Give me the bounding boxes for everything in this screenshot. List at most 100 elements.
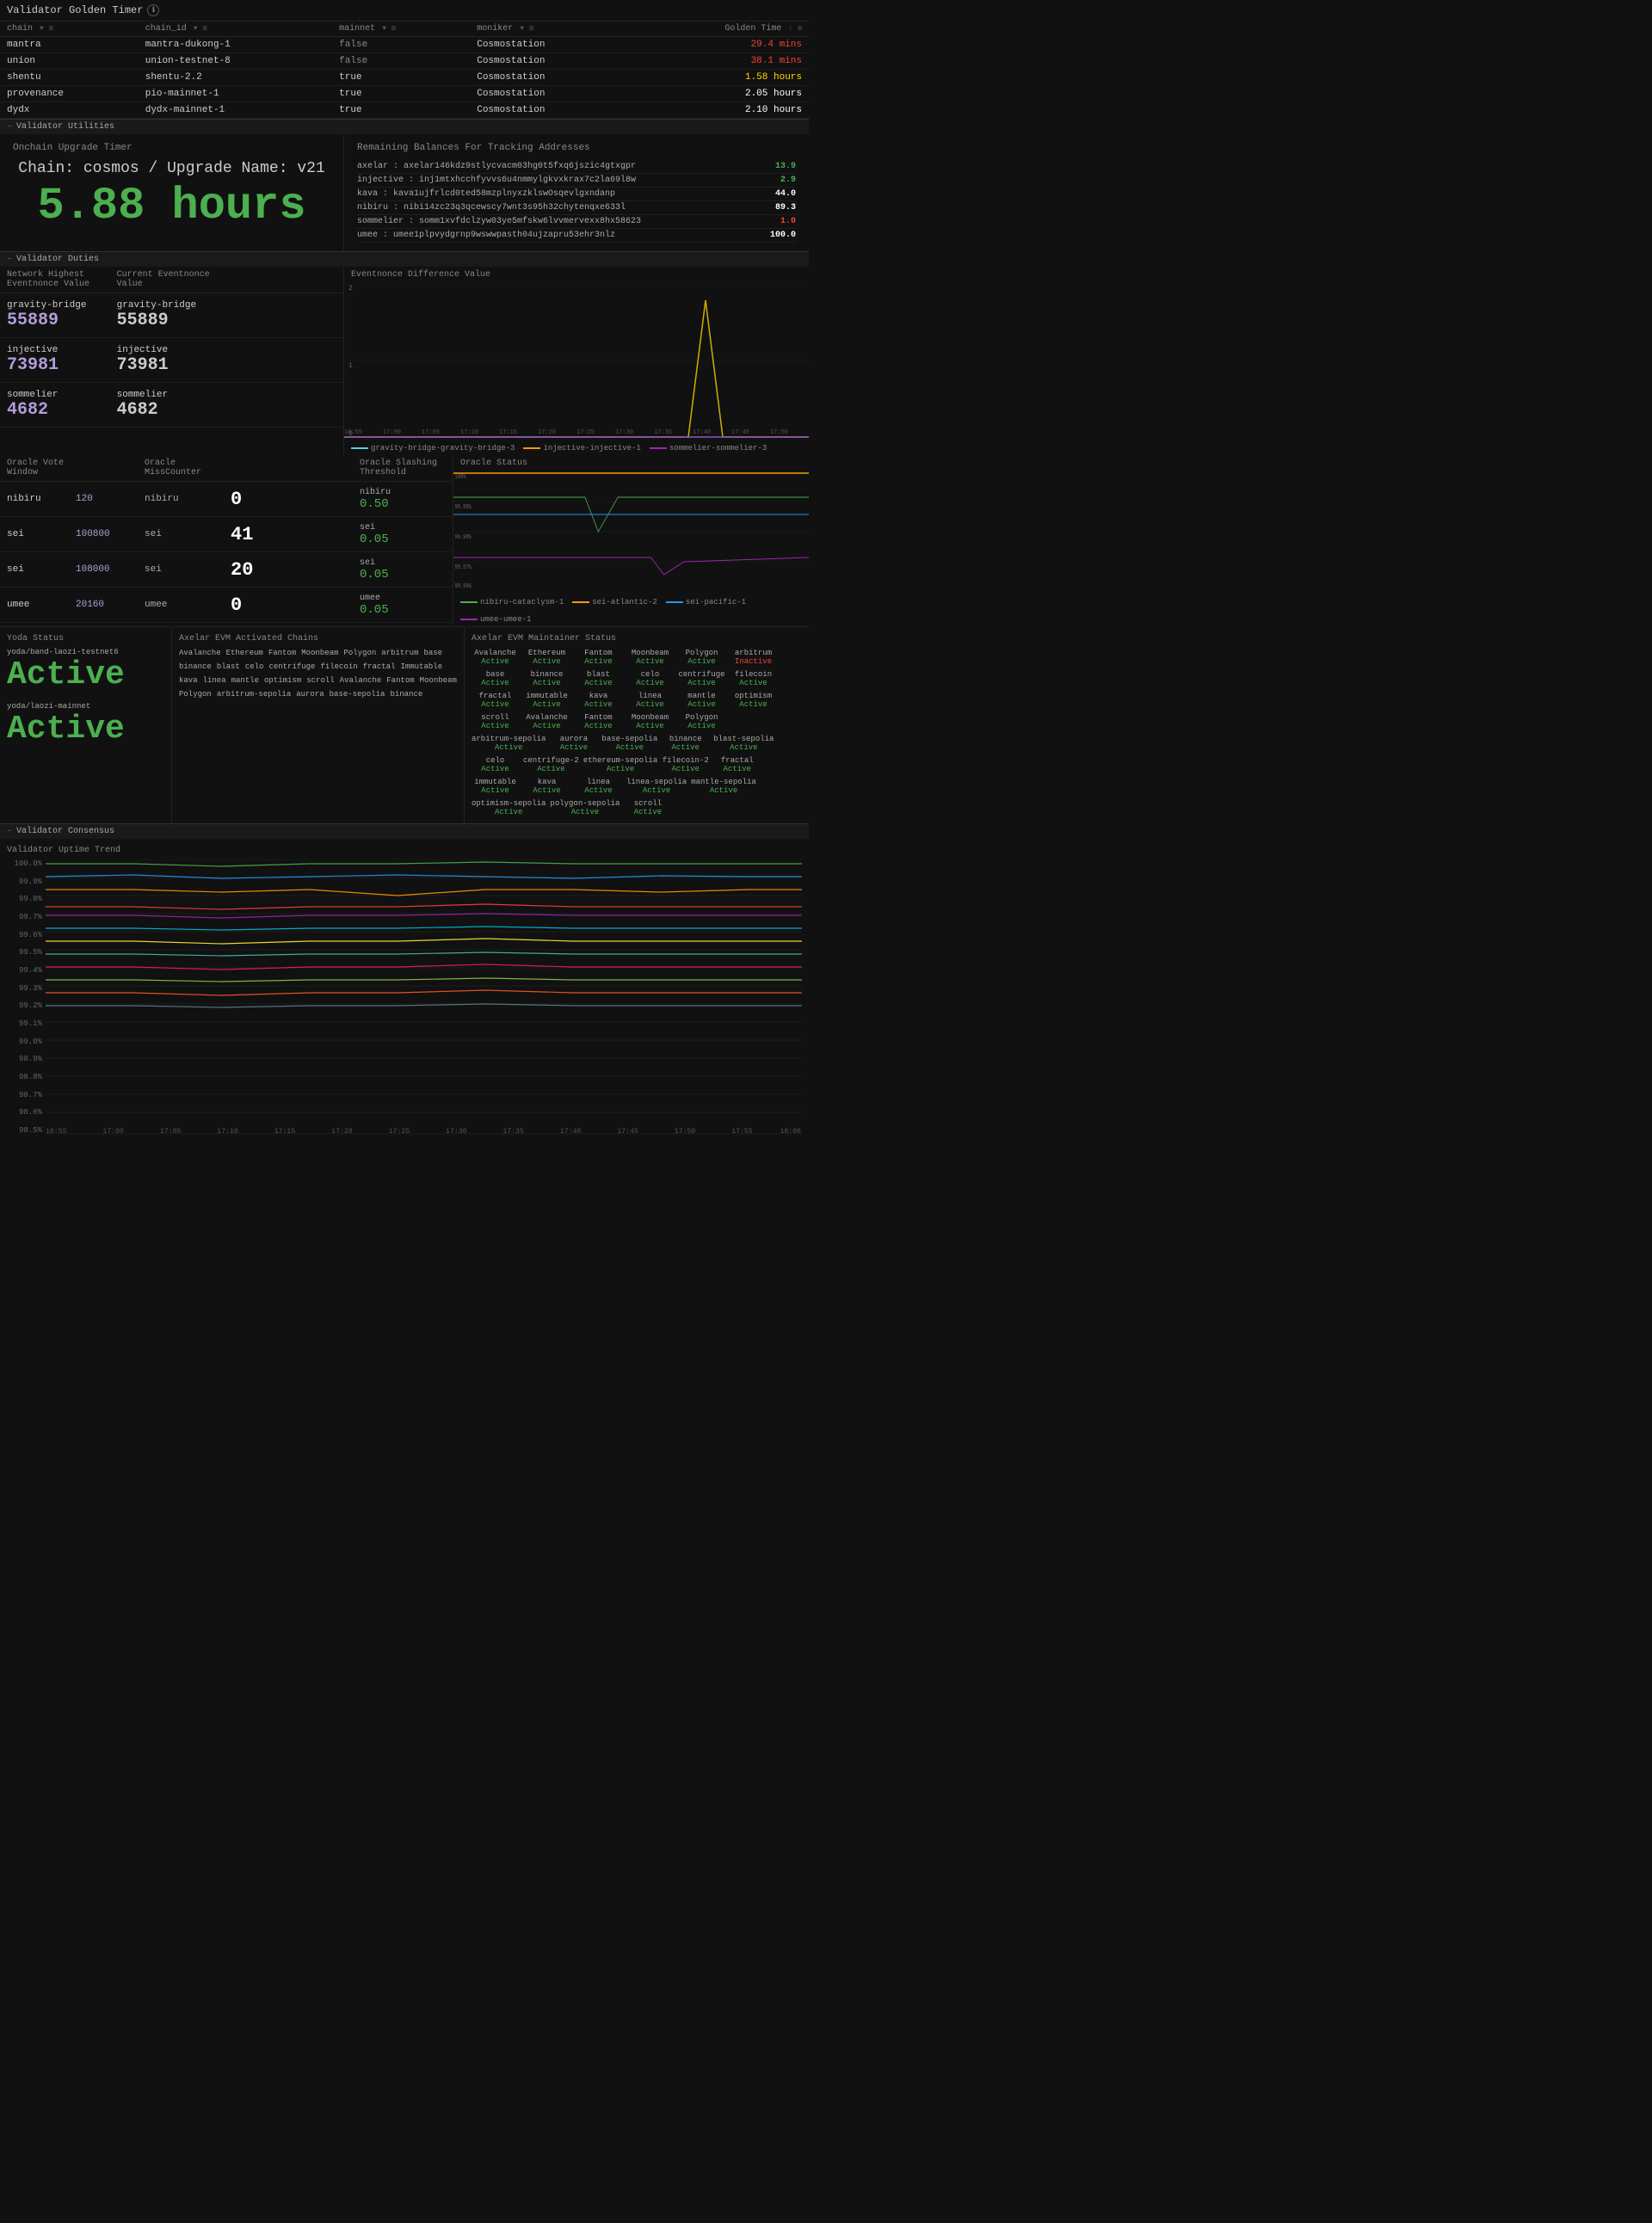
maintainer-item: kava Active xyxy=(523,778,570,795)
maintainer-item: linea Active xyxy=(626,692,674,709)
axelar-activated: Axelar EVM Activated Chains AvalancheEth… xyxy=(172,627,465,823)
chain-cell: mantra xyxy=(0,37,139,53)
oracle-miss-val: 0 xyxy=(231,489,360,510)
chain-item: base-sepolia xyxy=(330,690,385,699)
duties-row: gravity-bridge 55889 gravity-bridge 5588… xyxy=(0,293,343,338)
y-label: 100.0% xyxy=(7,859,46,868)
maintainer-status: Active xyxy=(678,700,725,709)
maintainer-name: linea xyxy=(626,692,674,700)
maintainer-item: fractal Active xyxy=(472,692,519,709)
maintainer-item: fractal Active xyxy=(713,756,761,773)
maintainer-item: ethereum-sepolia Active xyxy=(583,756,657,773)
maintainer-item: Polygon Active xyxy=(678,649,725,666)
chain-item: Avalanche xyxy=(179,649,221,657)
chain-item: centrifuge xyxy=(268,662,315,671)
table-row: union union-testnet-8 false Cosmostation… xyxy=(0,53,809,70)
maintainer-item: Fantom Active xyxy=(575,649,622,666)
svg-text:17:30: 17:30 xyxy=(446,1128,467,1135)
maintainer-item: optimism-sepolia Active xyxy=(472,799,546,816)
moniker-cell: Cosmostation xyxy=(470,70,631,86)
chain-item: Immutable xyxy=(400,662,442,671)
col-chain-id[interactable]: chain_id ▼ ⊞ xyxy=(139,22,332,37)
svg-text:17:20: 17:20 xyxy=(538,429,556,436)
info-icon[interactable]: ℹ xyxy=(147,4,159,16)
rb-title: Remaining Balances For Tracking Addresse… xyxy=(357,143,796,153)
maintainer-item: filecoin-2 Active xyxy=(662,756,709,773)
oracle-slash: nibiru 0.50 xyxy=(360,487,446,511)
svg-text:17:00: 17:00 xyxy=(383,429,401,436)
maintainer-status: Active xyxy=(523,657,570,666)
svg-text:17:35: 17:35 xyxy=(502,1128,524,1135)
svg-text:99.96%: 99.96% xyxy=(455,582,472,589)
maintainer-name: scroll xyxy=(624,799,671,808)
maintainer-status: Active xyxy=(601,743,657,752)
maintainer-item: immutable Active xyxy=(472,778,519,795)
maintainer-item: linea Active xyxy=(575,778,622,795)
moniker-cell: Cosmostation xyxy=(470,53,631,70)
rb-address: umee : umee1plpvydgrnp9wswwpasth04ujzapr… xyxy=(357,231,615,240)
oracle-slash: umee 0.05 xyxy=(360,593,446,617)
mainnet-cell: false xyxy=(332,53,470,70)
oracle-chain: umee xyxy=(7,600,76,610)
oracle-window: 100800 xyxy=(76,529,145,539)
duties-row: injective 73981 injective 73981 xyxy=(0,338,343,383)
duties-current: injective 73981 xyxy=(117,345,227,375)
oracle-slash: sei 0.05 xyxy=(360,522,446,546)
maintainer-item: blast-sepolia Active xyxy=(713,735,774,752)
oracle-slash-chain: nibiru xyxy=(360,488,391,497)
svg-text:17:35: 17:35 xyxy=(654,429,672,436)
maintainer-status: Active xyxy=(472,657,519,666)
maintainer-item: binance Active xyxy=(662,735,709,752)
maintainer-name: arbitrum-sepolia xyxy=(472,735,546,743)
oracle-row: nibiru 120 nibiru 0 nibiru 0.50 xyxy=(0,482,453,517)
maintainer-item: Avalanche Active xyxy=(523,713,570,730)
table-row: provenance pio-mainnet-1 true Cosmostati… xyxy=(0,86,809,102)
rb-row: umee : umee1plpvydgrnp9wswwpasth04ujzapr… xyxy=(357,229,796,243)
col-mainnet[interactable]: mainnet ▼ ⊞ xyxy=(332,22,470,37)
chain-item: arbitrum xyxy=(381,649,418,657)
maintainer-status: Active xyxy=(472,743,546,752)
oracle-miss-chain: sei xyxy=(145,564,231,575)
maintainer-name: Polygon xyxy=(678,649,725,657)
maintainer-status: Active xyxy=(730,700,777,709)
svg-text:17:45: 17:45 xyxy=(731,429,749,436)
rb-address: axelar : axelar146kdz9stlycvacm03hg0t5fx… xyxy=(357,162,636,171)
maintainer-item: optimism Active xyxy=(730,692,777,709)
chain-item: Avalanche xyxy=(340,676,382,685)
maintainer-status: Active xyxy=(626,722,674,730)
golden-time-cell: 29.4 mins xyxy=(631,37,809,53)
col-golden-time[interactable]: Golden Time ↕ ⊞ xyxy=(631,22,809,37)
y-label: 98.8% xyxy=(7,1073,46,1081)
onchain-upgrade: Onchain Upgrade Timer Chain: cosmos / Up… xyxy=(0,134,344,251)
maintainer-name: Ethereum xyxy=(523,649,570,657)
maintainer-name: arbitrum xyxy=(730,649,777,657)
chain-item: kava xyxy=(179,676,198,685)
maintainer-status: Active xyxy=(691,786,756,795)
maintainer-name: Moonbeam xyxy=(626,649,674,657)
chain-id-cell: mantra-dukong-1 xyxy=(139,37,332,53)
maintainer-name: optimism-sepolia xyxy=(472,799,546,808)
maintainer-item: Fantom Active xyxy=(575,713,622,730)
moniker-cell: Cosmostation xyxy=(470,37,631,53)
maintainer-status: Active xyxy=(678,679,725,687)
chain-item: Moonbeam xyxy=(301,649,338,657)
maintainer-item: Ethereum Active xyxy=(523,649,570,666)
svg-text:16:55: 16:55 xyxy=(46,1128,67,1135)
chain-item: Polygon xyxy=(343,649,376,657)
maintainer-item: celo Active xyxy=(626,670,674,687)
maintainer-name: base-sepolia xyxy=(601,735,657,743)
maintainer-name: mantle-sepolia xyxy=(691,778,756,786)
maintainer-name: ethereum-sepolia xyxy=(583,756,657,765)
chain-id-cell: dydx-mainnet-1 xyxy=(139,102,332,119)
chain-item: scroll xyxy=(306,676,334,685)
maintainer-status: Active xyxy=(472,679,519,687)
rb-address: injective : inj1mtxhcchfyvvs6u4nmmylgkvx… xyxy=(357,176,636,185)
maintainer-name: Polygon xyxy=(678,713,725,722)
col-moniker[interactable]: moniker ▼ ⊞ xyxy=(470,22,631,37)
rb-row: sommelier : somm1xvfdclzyw03ye5mfskw6lvv… xyxy=(357,215,796,229)
page-title: Validator Golden Timer xyxy=(7,4,143,16)
svg-text:1: 1 xyxy=(348,362,353,370)
maintainer-status: Active xyxy=(523,700,570,709)
maintainer-status: Active xyxy=(472,700,519,709)
col-chain[interactable]: chain ▼ ⊞ xyxy=(0,22,139,37)
